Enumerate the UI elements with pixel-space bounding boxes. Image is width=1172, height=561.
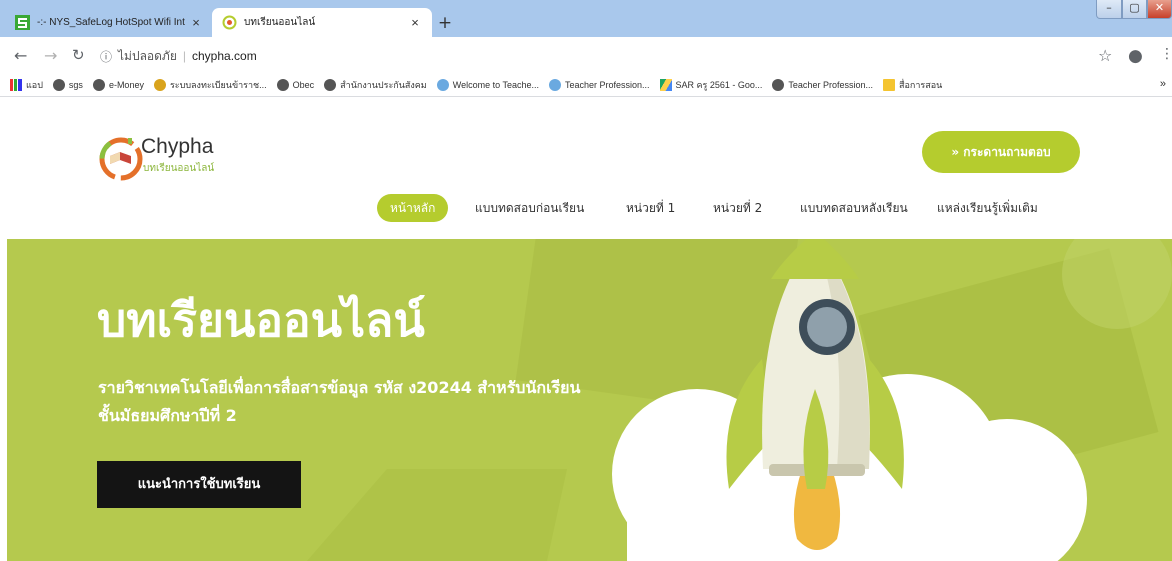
tab-close-icon[interactable]: × [408,15,422,30]
window-minimize-button[interactable]: – [1096,0,1122,19]
bookmark-folder-media[interactable]: สื่อการสอน [882,78,943,92]
web-page: Chypha บทเรียนออนไลน์ » กระดานถามตอบ หน้… [0,97,1172,561]
bookmark-sso[interactable]: สำนักงานประกันสังคม [324,78,427,92]
tab-title: บทเรียนออนไลน์ [244,17,316,28]
bookmark-label: sgs [68,80,83,90]
bookmark-label: แอป [26,80,43,90]
bookmark-emoney[interactable]: e-Money [92,79,144,91]
lesson-favicon-icon [222,15,237,30]
bookmark-label: สื่อการสอน [898,80,943,90]
security-label: ไม่ปลอดภัย [118,48,177,63]
book-logo-icon [99,137,143,181]
hero-subtitle: รายวิชาเทคโนโลยีเพื่อการสื่อสารข้อมูล รห… [98,378,581,425]
nav-unit-1[interactable]: หน่วยที่ 1 [626,194,675,222]
bookmarks-overflow-icon[interactable]: » [1160,78,1166,90]
google-drive-icon [659,79,672,91]
new-tab-button[interactable]: + [434,13,456,35]
window-close-button[interactable]: ✕ [1147,0,1172,19]
nav-unit-2[interactable]: หน่วยที่ 2 [713,194,762,222]
bookmark-sar[interactable]: SAR ครู 2561 - Goo... [659,78,763,92]
bookmark-label: สำนักงานประกันสังคม [340,80,427,90]
nav-extra-resources[interactable]: แหล่งเรียนรู้เพิ่มเติม [937,194,1038,222]
forward-arrow-icon[interactable]: → [44,46,57,65]
browser-tab-strip: -:- NYS_SafeLog HotSpot Wifi Int × บทเรี… [0,0,1172,37]
bookmark-obec[interactable]: Obec [276,79,315,91]
window-maximize-button[interactable]: ▢ [1122,0,1147,19]
tab-title: -:- NYS_SafeLog HotSpot Wifi Int [37,17,185,28]
nav-pretest[interactable]: แบบทดสอบก่อนเรียน [475,194,584,222]
bookmark-teacher-profession-2[interactable]: Teacher Profession... [772,79,873,91]
hero-title: บทเรียนออนไลน์ [97,293,425,347]
browser-toolbar: ← → ↻ ⓘ ไม่ปลอดภัย | chypha.com ☆ ● ⋮ [0,37,1172,74]
address-bar[interactable]: ⓘ ไม่ปลอดภัย | chypha.com [100,44,1100,68]
bookmark-label: Obec [292,80,315,90]
globe-icon [52,79,65,91]
hero-banner: บทเรียนออนไลน์ รายวิชาเทคโนโลยีเพื่อการส… [7,239,1172,561]
tab-close-icon[interactable]: × [189,15,203,30]
bookmark-label: e-Money [108,80,144,90]
bookmark-star-icon[interactable]: ☆ [1098,46,1112,65]
browser-tab-lesson[interactable]: บทเรียนออนไลน์ × [212,8,432,37]
address-separator: | [182,49,186,63]
bookmark-label: Welcome to Teache... [452,80,539,90]
bookmark-registration[interactable]: ระบบลงทะเบียนข้าราช... [153,78,267,92]
browser-tab-hotspot[interactable]: -:- NYS_SafeLog HotSpot Wifi Int × [5,8,213,37]
bookmark-label: SAR ครู 2561 - Goo... [675,80,763,90]
bookmark-sgs[interactable]: sgs [52,79,83,91]
qa-board-button[interactable]: » กระดานถามตอบ [922,131,1080,173]
nav-home[interactable]: หน้าหลัก [377,194,449,222]
back-arrow-icon[interactable]: ← [14,46,27,65]
info-icon[interactable]: ⓘ [100,48,112,65]
bookmarks-bar: แอป sgs e-Money ระบบลงทะเบียนข้าราช... O… [0,74,1172,97]
globe-icon [772,79,785,91]
main-navigation: หน้าหลัก แบบทดสอบก่อนเรียน หน่วยที่ 1 หน… [0,194,1172,224]
bookmark-label: Teacher Profession... [788,80,873,90]
bookmark-welcome-teacher[interactable]: Welcome to Teache... [436,79,539,91]
site-logo[interactable]: Chypha บทเรียนออนไลน์ [98,132,258,187]
address-url[interactable]: chypha.com [192,49,257,63]
hotspot-favicon-icon [15,15,30,30]
bookmark-label: ระบบลงทะเบียนข้าราช... [169,80,267,90]
apps-grid-icon [10,79,22,91]
bookmark-apps[interactable]: แอป [10,78,43,92]
snowflake-icon [548,79,561,91]
snowflake-icon [436,79,449,91]
folder-icon [882,79,895,91]
nav-posttest[interactable]: แบบทดสอบหลังเรียน [800,194,908,222]
profile-avatar-icon[interactable]: ● [1128,46,1143,66]
logo-subtitle: บทเรียนออนไลน์ [143,163,215,174]
globe-icon [276,79,289,91]
logo-title: Chypha [141,135,214,158]
menu-kebab-icon[interactable]: ⋮ [1160,46,1172,62]
globe-icon [92,79,105,91]
reload-icon[interactable]: ↻ [72,46,85,64]
globe-icon [324,79,337,91]
lesson-guide-button[interactable]: แนะนำการใช้บทเรียน [97,461,301,508]
bookmark-label: Teacher Profession... [564,80,650,90]
emblem-icon [153,79,166,91]
bookmark-teacher-profession-1[interactable]: Teacher Profession... [548,79,650,91]
